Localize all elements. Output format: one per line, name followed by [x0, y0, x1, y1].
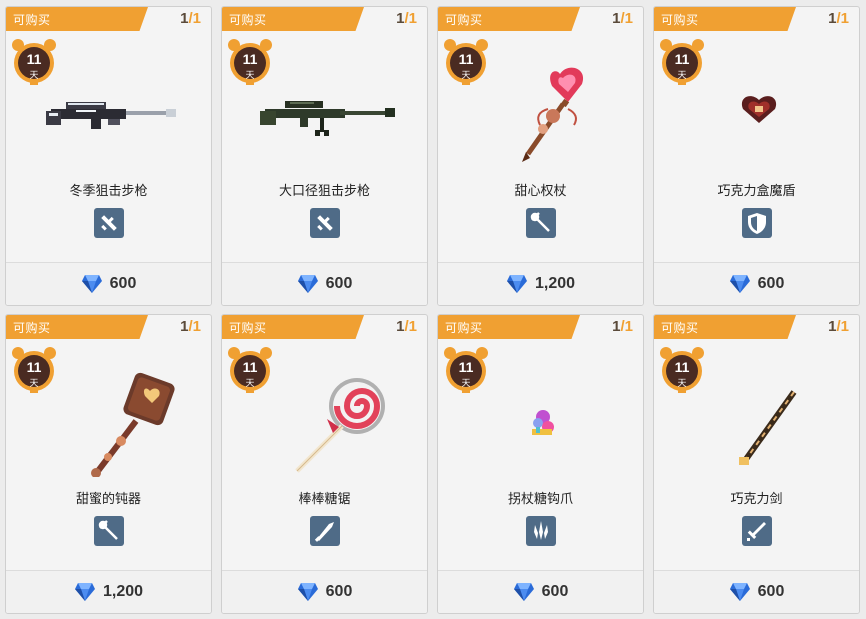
- shop-card[interactable]: 可购买 1/1 11 天 冬季狙击步枪 600: [5, 6, 212, 306]
- purchase-count: 1/1: [828, 10, 849, 27]
- price-footer[interactable]: 600: [222, 262, 427, 305]
- purchase-count-max: 1: [408, 10, 417, 27]
- purchase-count-max: 1: [192, 10, 201, 27]
- purchase-count-max: 1: [624, 10, 633, 27]
- purchasable-label: 可购买: [13, 13, 51, 27]
- lollipop-saw-icon: [252, 367, 402, 477]
- purchasable-tag: 可购买: [222, 315, 364, 339]
- claw-icon: [526, 516, 556, 546]
- gem-icon: [729, 582, 751, 602]
- purchasable-label: 可购买: [229, 13, 267, 27]
- gun-icon: [94, 208, 124, 238]
- item-price: 1,200: [534, 275, 576, 292]
- candy-cane-claw-icon: [468, 367, 618, 477]
- heavy-sniper-rifle-icon: [252, 59, 402, 169]
- item-name: 冬季狙击步枪: [69, 184, 148, 199]
- item-price: 1,200: [102, 583, 144, 600]
- purchasable-tag: 可购买: [438, 7, 580, 31]
- price-footer[interactable]: 600: [438, 570, 643, 613]
- purchasable-label: 可购买: [445, 321, 483, 335]
- blade-icon: [310, 516, 340, 546]
- purchasable-tag: 可购买: [6, 7, 148, 31]
- purchasable-tag: 可购买: [222, 7, 364, 31]
- item-price: 600: [109, 275, 137, 292]
- purchasable-label: 可购买: [661, 321, 699, 335]
- shop-card[interactable]: 可购买 1/1 11 天 甜心权杖 1,200: [437, 6, 644, 306]
- item-name: 棒棒糖锯: [298, 492, 351, 507]
- item-price: 600: [325, 583, 353, 600]
- purchase-count-max: 1: [840, 10, 849, 27]
- gem-icon: [297, 274, 319, 294]
- price-footer[interactable]: 1,200: [6, 570, 211, 613]
- sweet-mace-icon: [36, 367, 186, 478]
- staff-icon: [94, 516, 124, 546]
- item-price: 600: [757, 583, 785, 600]
- purchasable-tag: 可购买: [6, 315, 148, 339]
- purchasable-label: 可购买: [661, 13, 699, 27]
- purchasable-label: 可购买: [445, 13, 483, 27]
- sword-icon: [742, 516, 772, 546]
- item-name: 甜蜜的钝器: [75, 492, 141, 507]
- purchase-count: 1/1: [612, 10, 633, 27]
- purchase-count-max: 1: [840, 318, 849, 335]
- gem-icon: [729, 274, 751, 294]
- purchasable-label: 可购买: [13, 321, 51, 335]
- price-footer[interactable]: 1,200: [438, 262, 643, 305]
- item-name: 巧克力盒魔盾: [717, 184, 796, 199]
- shop-card[interactable]: 可购买 1/1 11 天 巧克力盒魔盾 600: [653, 6, 860, 306]
- purchase-count: 1/1: [180, 10, 201, 27]
- price-footer[interactable]: 600: [222, 570, 427, 613]
- price-footer[interactable]: 600: [654, 570, 859, 613]
- shop-card[interactable]: 可购买 1/1 11 天 棒棒糖锯 600: [221, 314, 428, 614]
- shop-card[interactable]: 可购买 1/1 11 天 大口径狙击步枪 600: [221, 6, 428, 306]
- gem-icon: [506, 274, 528, 294]
- purchasable-tag: 可购买: [438, 315, 580, 339]
- chocolate-sword-icon: [684, 367, 834, 477]
- purchasable-tag: 可购买: [654, 315, 796, 339]
- shop-card[interactable]: 可购买 1/1 11 天 甜蜜的钝器 1,200: [5, 314, 212, 614]
- shop-card[interactable]: 可购买 1/1 11 天 巧克力剑 600: [653, 314, 860, 614]
- price-footer[interactable]: 600: [6, 262, 211, 305]
- item-price: 600: [541, 583, 569, 600]
- item-price: 600: [325, 275, 353, 292]
- item-name: 大口径狙击步枪: [278, 184, 370, 199]
- purchase-count: 1/1: [828, 318, 849, 335]
- purchase-count: 1/1: [180, 318, 201, 335]
- purchase-count-max: 1: [624, 318, 633, 335]
- price-footer[interactable]: 600: [654, 262, 859, 305]
- gem-icon: [81, 274, 103, 294]
- shop-card[interactable]: 可购买 1/1 11 天 拐杖糖钩爪 600: [437, 314, 644, 614]
- purchasable-label: 可购买: [229, 321, 267, 335]
- purchase-count: 1/1: [396, 318, 417, 335]
- winter-sniper-rifle-icon: [36, 59, 186, 169]
- item-name: 甜心权杖: [514, 184, 567, 199]
- purchasable-tag: 可购买: [654, 7, 796, 31]
- item-price: 600: [757, 275, 785, 292]
- gem-icon: [74, 582, 96, 602]
- purchase-count-max: 1: [408, 318, 417, 335]
- gem-icon: [297, 582, 319, 602]
- chocolate-box-shield-icon: [684, 59, 834, 169]
- gem-icon: [513, 582, 535, 602]
- purchase-count-max: 1: [192, 318, 201, 335]
- gun-icon: [310, 208, 340, 238]
- shield-icon: [742, 208, 772, 238]
- item-name: 巧克力剑: [730, 492, 783, 507]
- purchase-count: 1/1: [612, 318, 633, 335]
- heart-scepter-icon: [468, 59, 618, 169]
- item-name: 拐杖糖钩爪: [507, 492, 573, 507]
- staff-icon: [526, 208, 556, 238]
- shop-grid: 可购买 1/1 11 天 冬季狙击步枪 600 可购买 1/1 11 天 大口径…: [0, 0, 866, 619]
- purchase-count: 1/1: [396, 10, 417, 27]
